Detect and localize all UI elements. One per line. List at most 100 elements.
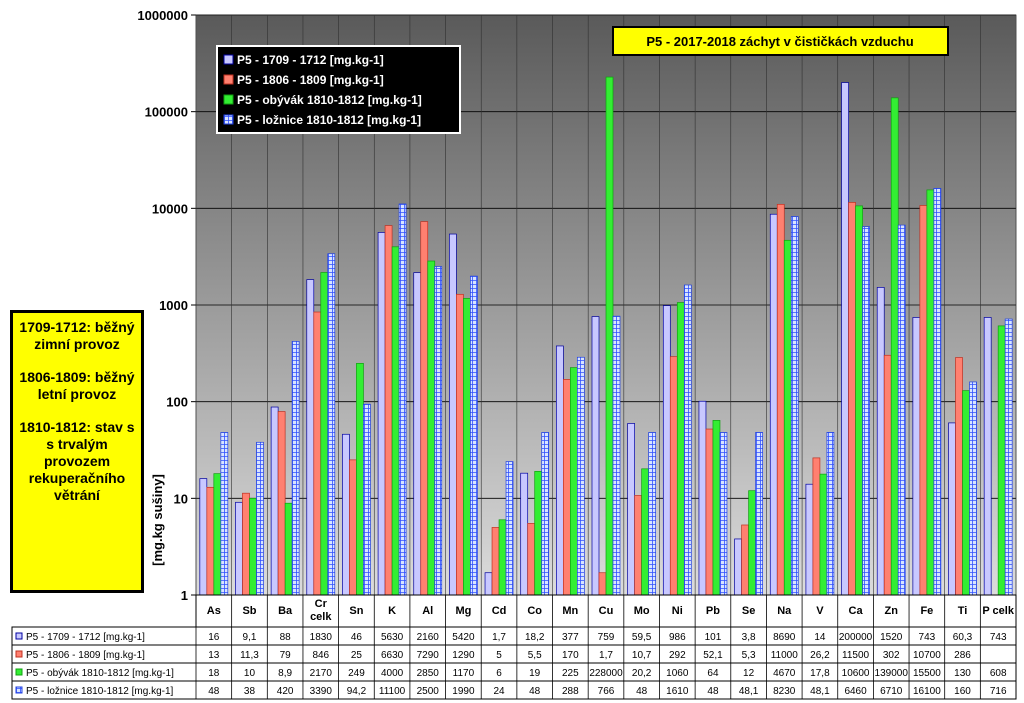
bar-2 [242, 492, 250, 596]
table-cell: 18 [208, 668, 220, 679]
table-row-label: P5 - 1709 - 1712 [mg.kg-1] [26, 632, 145, 643]
bar-2 [705, 428, 714, 596]
bar-3 [605, 76, 614, 596]
bar-3 [855, 205, 863, 596]
bar-2 [527, 523, 536, 596]
bar-4 [969, 381, 977, 596]
table-cell: 11500 [842, 650, 870, 661]
category-label: Sb [242, 605, 256, 617]
table-cell: 302 [883, 650, 900, 661]
table-cell: 11100 [379, 686, 406, 697]
category-label: Cu [599, 605, 614, 617]
table-cell: 228000 [589, 668, 623, 679]
category-label: K [388, 605, 396, 617]
legend-swatch [223, 114, 234, 125]
table-cell: 743 [919, 632, 936, 643]
table-cell: 48 [529, 686, 541, 697]
table-cell: 10700 [913, 650, 941, 661]
table-cell: 5630 [381, 632, 404, 643]
legend-label: P5 - 1709 - 1712 [mg.kg-1] [237, 53, 384, 67]
table-row-label: P5 - 1806 - 1809 [mg.kg-1] [26, 650, 145, 661]
bar-1 [662, 305, 671, 596]
table-cell: 13 [208, 650, 220, 661]
bar-4 [648, 432, 657, 596]
table-cell: 1060 [666, 668, 689, 679]
y-tick-label: 100 [166, 395, 188, 410]
legend-swatch [223, 94, 234, 105]
bar-4 [1004, 318, 1013, 596]
table-cell: 16100 [913, 686, 941, 697]
table-cell: 2170 [310, 668, 333, 679]
table-cell: 59,5 [632, 632, 652, 643]
bar-1 [876, 287, 885, 596]
table-cell: 200000 [839, 632, 873, 643]
table-cell: 4000 [381, 668, 404, 679]
table-cell: 608 [990, 668, 1007, 679]
category-label: Mn [562, 605, 578, 617]
bar-4 [327, 253, 336, 596]
legend-label: P5 - obývák 1810-1812 [mg.kg-1] [237, 93, 422, 107]
bar-3 [463, 298, 471, 596]
category-label: Sn [349, 605, 363, 617]
table-cell: 52,1 [703, 650, 723, 661]
bar-4 [505, 461, 514, 596]
bar-1 [306, 279, 315, 596]
bar-3 [249, 497, 257, 596]
bar-4 [683, 284, 692, 596]
bar-3 [213, 473, 222, 596]
bar-2 [598, 572, 607, 596]
table-cell: 1830 [310, 632, 333, 643]
y-tick-label: 1 [181, 588, 188, 603]
table-cell: 160 [954, 686, 971, 697]
bar-1 [449, 233, 457, 596]
category-label: Al [422, 605, 433, 617]
table-cell: 9,1 [243, 632, 257, 643]
category-label: Ba [278, 605, 293, 617]
chart-title: P5 - 2017-2018 záchyt v čističkách vzduc… [646, 34, 913, 49]
table-cell: 1170 [453, 668, 475, 679]
table-cell: 6630 [381, 650, 404, 661]
table-cell: 18,2 [525, 632, 545, 643]
bar-4 [398, 203, 407, 596]
category-label: Na [777, 605, 792, 617]
bar-4 [220, 432, 229, 596]
table-cell: 64 [707, 668, 719, 679]
bar-1 [805, 483, 814, 596]
table-cell: 3,8 [742, 632, 756, 643]
y-tick-label: 10 [174, 491, 188, 506]
bar-1 [484, 572, 493, 596]
table-cell: 846 [312, 650, 329, 661]
table-cell: 48,1 [739, 686, 759, 697]
bar-3 [962, 390, 970, 596]
bar-1 [377, 232, 386, 596]
table-cell: 139000 [875, 668, 909, 679]
table-cell: 10600 [842, 668, 870, 679]
table-cell: 5 [496, 650, 502, 661]
table-row-swatch [15, 686, 23, 694]
bar-4 [755, 432, 763, 596]
category-label: V [816, 605, 824, 617]
bar-3 [391, 246, 400, 596]
bar-1 [983, 317, 992, 596]
table-cell: 17,8 [810, 668, 830, 679]
table-cell: 46 [351, 632, 363, 643]
bar-3 [284, 502, 293, 596]
bar-2 [277, 411, 286, 596]
legend-label: P5 - ložnice 1810-1812 [mg.kg-1] [237, 113, 421, 127]
bar-1 [270, 406, 279, 596]
bar-2 [669, 356, 678, 596]
table-cell: 2160 [417, 632, 440, 643]
bar-1 [627, 423, 636, 596]
bar-4 [826, 432, 835, 596]
bar-2 [741, 524, 749, 596]
table-cell: 2850 [417, 668, 440, 679]
legend-label: P5 - 1806 - 1809 [mg.kg-1] [237, 73, 384, 87]
bar-4 [470, 275, 478, 596]
table-cell: 6710 [880, 686, 903, 697]
table-cell: 14 [814, 632, 826, 643]
category-label: Pb [706, 605, 720, 617]
table-cell: 716 [990, 686, 1007, 697]
table-cell: 26,2 [810, 650, 830, 661]
bar-3 [641, 468, 650, 596]
table-row-swatch [15, 650, 23, 658]
